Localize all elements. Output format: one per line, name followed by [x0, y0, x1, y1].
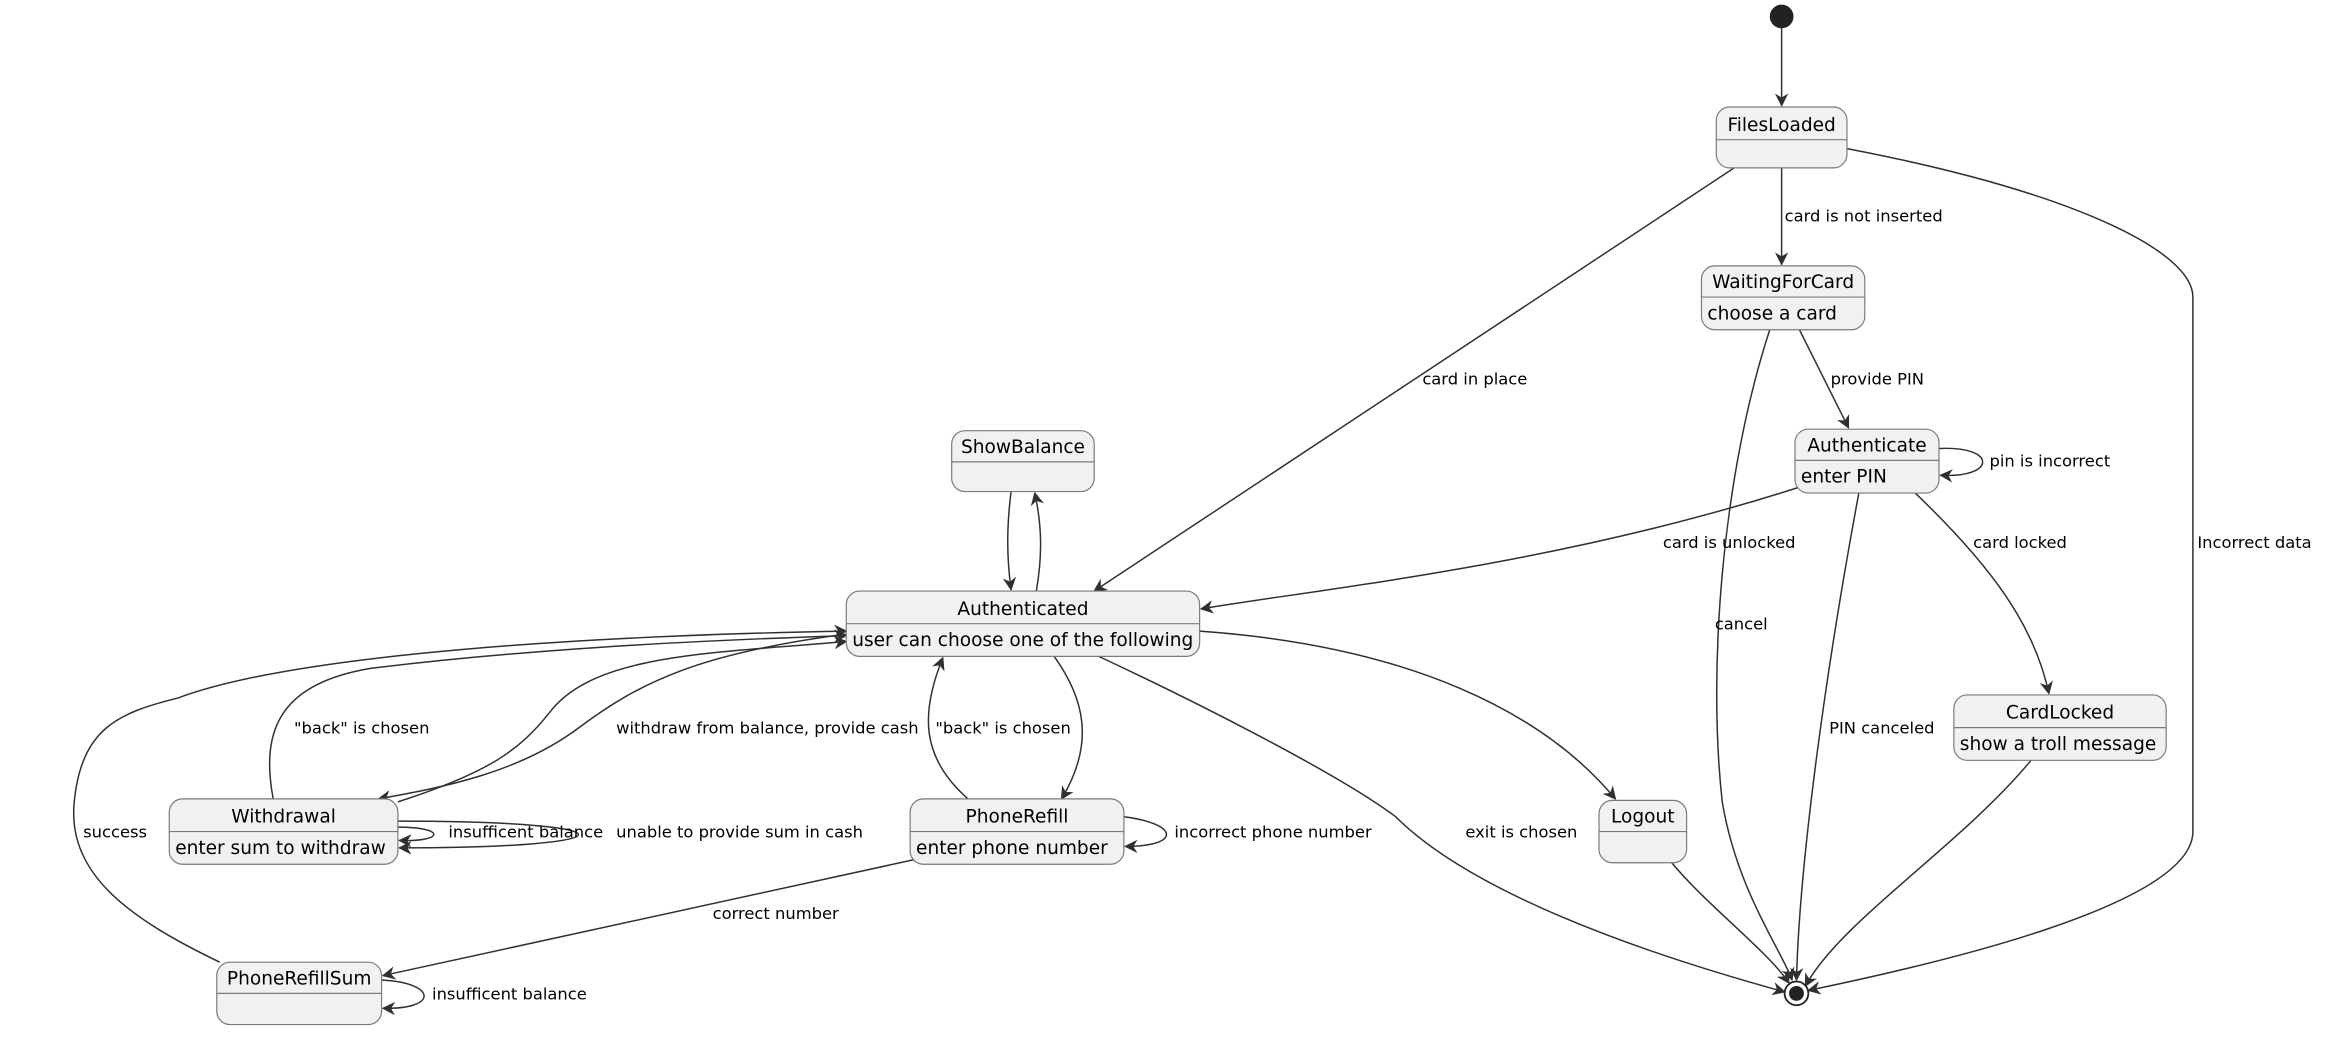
- state-description: show a troll message: [1960, 734, 2156, 755]
- transition-authenticated-to-logout: [1199, 630, 1617, 800]
- state-authenticate: Authenticate enter PIN: [1794, 428, 1940, 494]
- initial-state: [1769, 4, 1794, 29]
- transition-label: card is not inserted: [1785, 206, 1943, 225]
- state-title: PhoneRefillSum: [227, 968, 372, 989]
- state-files-loaded: FilesLoaded: [1715, 106, 1848, 169]
- state-title: Logout: [1611, 807, 1675, 828]
- transition-filesloaded-to-authenticated: [1093, 167, 1735, 592]
- state-show-balance: ShowBalance: [951, 430, 1095, 493]
- state-description: enter phone number: [916, 838, 1108, 859]
- state-card-locked: CardLocked show a troll message: [1953, 694, 2167, 761]
- transition-label: PIN canceled: [1829, 719, 1934, 738]
- state-phone-refill: PhoneRefill enter phone number: [909, 798, 1125, 865]
- transition-phonerefill-to-phonerefillsum: [381, 857, 921, 980]
- transition-label: Incorrect data: [2197, 533, 2311, 552]
- transition-label: pin is incorrect: [1989, 451, 2110, 470]
- state-title: WaitingForCard: [1712, 272, 1854, 293]
- state-logout: Logout: [1598, 799, 1688, 864]
- state-phone-refill-sum: PhoneRefillSum: [216, 961, 383, 1026]
- transition-label: withdraw from balance, provide cash: [616, 719, 918, 738]
- state-authenticated: Authenticated user can choose one of the …: [845, 590, 1201, 657]
- state-title: Withdrawal: [231, 807, 336, 828]
- transition-label: exit is chosen: [1465, 822, 1577, 841]
- state-title: PhoneRefill: [966, 807, 1069, 828]
- transition-authenticate-to-authenticate: [1938, 447, 1984, 483]
- transition-filesloaded-to-end: [1807, 147, 2194, 995]
- transition-label: provide PIN: [1831, 370, 1924, 389]
- transition-label: success: [83, 822, 147, 841]
- transition-label: insufficent balance: [448, 822, 603, 841]
- state-waiting-for-card: WaitingForCard choose a card: [1700, 265, 1866, 331]
- transition-label: card in place: [1422, 370, 1527, 389]
- transition-cardlocked-to-end: [1804, 759, 2032, 988]
- state-diagram: FilesLoaded WaitingForCard choose a card Au…: [72, 4, 2312, 1026]
- transition-label: incorrect phone number: [1174, 822, 1372, 841]
- state-description: enter sum to withdraw: [175, 838, 386, 859]
- transition-authenticated-to-showbalance: [1030, 491, 1044, 592]
- state-title: CardLocked: [2006, 703, 2114, 724]
- state-title: Authenticated: [957, 599, 1088, 620]
- transition-phonerefillsum-to-phonerefillsum: [381, 979, 425, 1016]
- transition-label: unable to provide sum in cash: [616, 822, 863, 841]
- transition-label: correct number: [713, 904, 839, 923]
- transition-showbalance-to-authenticated: [1002, 491, 1017, 591]
- state-description: user can choose one of the following: [852, 630, 1193, 651]
- transition-authenticated-to-withdrawal: [377, 633, 847, 804]
- state-title: ShowBalance: [961, 437, 1085, 458]
- transition-label: "back" is chosen: [294, 719, 429, 738]
- transition-waitingforcard-to-end: [1716, 329, 1795, 982]
- transition-withdrawal-to-withdrawal: [397, 826, 435, 848]
- transition-label: "back" is chosen: [935, 719, 1070, 738]
- transition-logout-to-end: [1671, 862, 1790, 985]
- transition-label: card is unlocked: [1663, 533, 1796, 552]
- transition-label: card locked: [1973, 533, 2067, 552]
- state-description: enter PIN: [1801, 467, 1887, 488]
- transition-authenticate-to-cardlocked: [1914, 492, 2053, 695]
- transition-label: cancel: [1715, 615, 1768, 634]
- state-withdrawal: Withdrawal enter sum to withdraw: [168, 798, 399, 865]
- transition-label: insufficent balance: [432, 984, 587, 1003]
- final-state: [1783, 980, 1810, 1007]
- state-description: choose a card: [1707, 303, 1837, 324]
- state-title: Authenticate: [1807, 435, 1926, 456]
- state-title: FilesLoaded: [1727, 115, 1835, 136]
- transition-phonerefill-to-phonerefill: [1123, 815, 1168, 854]
